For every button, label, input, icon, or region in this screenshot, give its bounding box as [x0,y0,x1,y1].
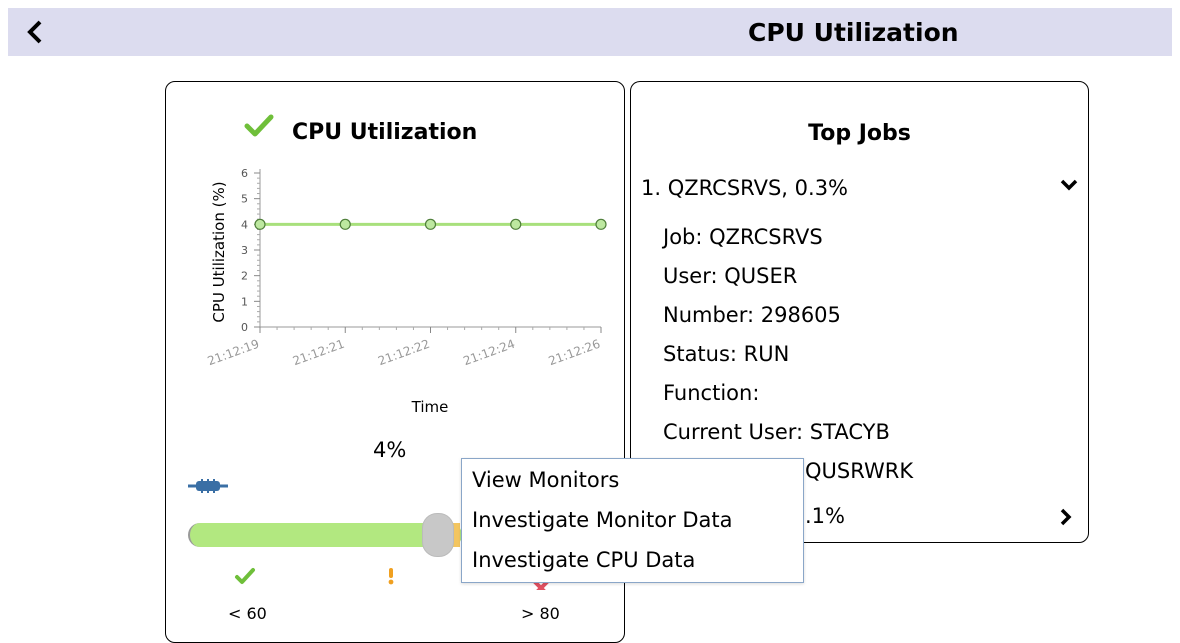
job-detail-cpu: .1% [805,504,845,528]
menu-item-investigate-cpu-data[interactable]: Investigate CPU Data [472,548,695,572]
context-menu: View Monitors Investigate Monitor Data I… [461,458,804,583]
y-tick-label: 4 [241,218,248,231]
cpu-percent-value: 4% [373,438,407,462]
threshold-high-label: > 80 [521,604,560,623]
x-tick-label: 21:12:21 [291,337,346,369]
job-item-header[interactable]: 1. QZRCSRVS, 0.3% [641,176,848,200]
y-tick-label: 1 [241,295,248,308]
data-point [510,218,522,230]
job-detail-status: Status: RUN [663,342,790,366]
ok-check-icon [235,568,255,584]
y-tick-label: 6 [241,167,248,180]
top-jobs-title: Top Jobs [808,121,911,146]
data-point [339,218,351,230]
utilization-gauge [188,523,462,547]
y-axis-title: CPU Utilization (%) [210,181,228,322]
y-tick-label: 5 [241,193,248,206]
page-title: CPU Utilization [748,18,959,47]
job-detail-subsystem: QUSRWRK [805,459,914,483]
job-detail-current-user: Current User: STACYB [663,420,890,444]
back-button[interactable] [22,14,52,50]
chevron-left-icon [27,20,42,44]
gauge-thumb[interactable] [422,513,454,557]
x-tick-label: 21:12:19 [206,337,261,369]
data-point [595,218,607,230]
menu-item-view-monitors[interactable]: View Monitors [472,468,619,492]
x-axis-title: Time [411,398,449,416]
warning-icon [388,568,394,585]
header-bar: CPU Utilization [8,8,1172,56]
x-tick-label: 21:12:26 [547,337,602,369]
data-point [424,218,437,230]
x-tick-label: 21:12:22 [376,337,431,369]
job-detail-job: Job: QZRCSRVS [663,225,823,249]
y-tick-label: 2 [241,270,248,283]
threshold-low-label: < 60 [228,604,267,623]
menu-item-investigate-monitor-data[interactable]: Investigate Monitor Data [472,508,733,532]
y-tick-label: 0 [241,321,248,334]
pin-icon [188,479,228,493]
chevron-down-icon[interactable] [1059,178,1079,192]
y-tick-label: 3 [241,244,248,257]
job-detail-number: Number: 298605 [663,303,841,327]
cpu-chart: 0 1 2 3 4 5 6 21:12:19 21:12:21 21:12:22 21:12:24 2… [206,167,607,416]
x-tick-label: 21:12:24 [461,337,516,369]
job-detail-function: Function: [663,381,760,405]
data-point [254,218,266,230]
job-detail-user: User: QUSER [663,264,798,288]
chevron-right-icon[interactable] [1059,507,1073,527]
